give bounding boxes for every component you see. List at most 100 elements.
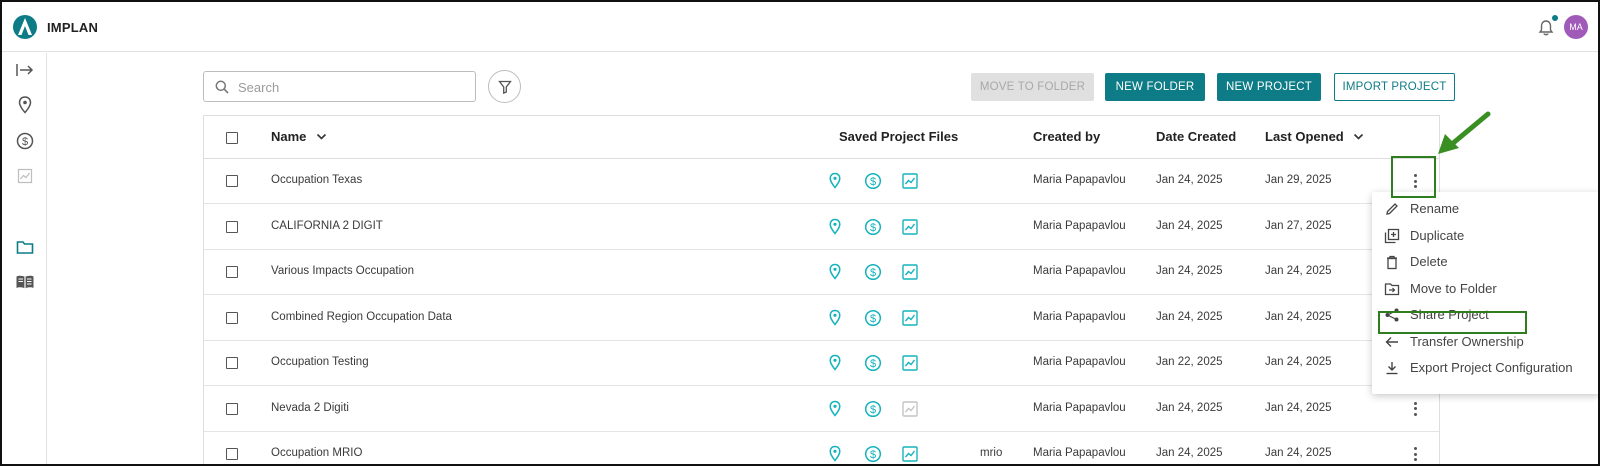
- dollar-circle-icon[interactable]: $: [864, 400, 882, 418]
- map-pin-icon[interactable]: [826, 354, 844, 372]
- map-pin-icon[interactable]: [826, 263, 844, 281]
- search-input[interactable]: [238, 78, 468, 96]
- search-box: [203, 71, 476, 102]
- chart-icon[interactable]: [901, 263, 919, 281]
- row-checkbox[interactable]: [226, 220, 238, 233]
- last-opened-cell: Jan 24, 2025: [1265, 265, 1332, 277]
- new-folder-button[interactable]: NEW FOLDER: [1105, 73, 1205, 101]
- dollar-circle-icon[interactable]: $: [864, 309, 882, 327]
- project-name-link[interactable]: Occupation Texas: [271, 174, 362, 186]
- row-checkbox[interactable]: [226, 175, 238, 187]
- last-opened-header-label: Last Opened: [1265, 129, 1344, 144]
- table-row[interactable]: Occupation Testing $ Maria Papapavlou Ja…: [204, 341, 1439, 386]
- folder-icon: [16, 241, 34, 254]
- move-to-folder-button[interactable]: MOVE TO FOLDER: [971, 73, 1094, 101]
- row-checkbox[interactable]: [226, 311, 238, 324]
- row-checkbox[interactable]: [226, 357, 238, 369]
- project-name-link[interactable]: Combined Region Occupation Data: [271, 311, 452, 323]
- svg-text:$: $: [870, 404, 876, 416]
- chevron-down-icon: [1354, 133, 1364, 140]
- map-pin-icon[interactable]: [826, 172, 844, 190]
- row-checkbox[interactable]: [226, 402, 238, 415]
- new-project-button[interactable]: NEW PROJECT: [1217, 73, 1321, 101]
- date-created-cell: Jan 24, 2025: [1156, 265, 1223, 277]
- row-checkbox[interactable]: [226, 266, 238, 278]
- chart-icon: [902, 400, 918, 417]
- created-by-cell: Maria Papapavlou: [1033, 401, 1126, 414]
- top-bar: IMPLAN MA: [2, 2, 1598, 52]
- select-all-checkbox[interactable]: [226, 132, 238, 144]
- notification-dot: [1552, 15, 1558, 21]
- project-name-link[interactable]: Various Impacts Occupation: [271, 265, 414, 277]
- map-pin-icon[interactable]: [826, 218, 844, 236]
- project-tag: mrio: [980, 447, 1003, 459]
- menu-item-export-project-configuration[interactable]: Export Project Configuration: [1372, 355, 1598, 382]
- sidebar-item-library[interactable]: [14, 271, 36, 293]
- map-pin-icon[interactable]: [826, 309, 844, 327]
- folder-move-icon: [1384, 283, 1400, 296]
- map-pin-icon: [18, 96, 32, 114]
- more-options-button[interactable]: [1408, 444, 1422, 464]
- created-by-cell: Maria Papapavlou: [1033, 447, 1126, 459]
- chart-icon[interactable]: [901, 309, 919, 327]
- row-checkbox[interactable]: [226, 448, 238, 460]
- menu-item-duplicate[interactable]: Duplicate: [1372, 223, 1598, 250]
- trash-icon: [1387, 255, 1397, 270]
- chart-icon[interactable]: [901, 354, 919, 372]
- date-created-header[interactable]: Date Created: [1156, 129, 1236, 144]
- table-row[interactable]: Various Impacts Occupation $ Maria Papap…: [204, 250, 1439, 295]
- dollar-circle-icon[interactable]: $: [864, 218, 882, 236]
- svg-text:$: $: [22, 136, 28, 148]
- last-opened-column-header[interactable]: Last Opened: [1265, 129, 1364, 144]
- import-project-button[interactable]: IMPORT PROJECT: [1334, 73, 1455, 101]
- dollar-circle-icon[interactable]: $: [864, 445, 882, 463]
- project-name-link[interactable]: Occupation MRIO: [271, 447, 362, 459]
- dollar-circle-icon[interactable]: $: [864, 263, 882, 281]
- table-row[interactable]: Combined Region Occupation Data $ Maria …: [204, 296, 1439, 341]
- user-avatar[interactable]: MA: [1564, 15, 1588, 39]
- table-row[interactable]: CALIFORNIA 2 DIGIT $ Maria Papapavlou Ja…: [204, 205, 1439, 250]
- svg-text:$: $: [870, 313, 876, 325]
- menu-item-delete[interactable]: Delete: [1372, 249, 1598, 276]
- sidebar-item-projects[interactable]: [14, 236, 36, 258]
- dollar-circle-icon[interactable]: $: [864, 172, 882, 190]
- sidebar-expand-button[interactable]: [14, 59, 36, 81]
- created-by-header[interactable]: Created by: [1033, 129, 1100, 144]
- dollar-circle-icon[interactable]: $: [864, 354, 882, 372]
- dollar-circle-icon: $: [16, 132, 34, 150]
- last-opened-cell: Jan 29, 2025: [1265, 174, 1332, 186]
- filter-button[interactable]: [488, 70, 521, 103]
- notification-bell-icon[interactable]: [1537, 19, 1555, 37]
- map-pin-icon[interactable]: [826, 400, 844, 418]
- chart-icon[interactable]: [901, 218, 919, 236]
- name-column-header[interactable]: Name: [271, 129, 327, 144]
- created-by-cell: Maria Papapavlou: [1033, 265, 1126, 277]
- sidebar-item-impacts[interactable]: $: [14, 130, 36, 152]
- date-created-cell: Jan 22, 2025: [1156, 356, 1223, 368]
- project-name-link[interactable]: CALIFORNIA 2 DIGIT: [271, 220, 383, 232]
- table-row[interactable]: Nevada 2 Digiti $ Maria Papapavlou Jan 2…: [204, 387, 1439, 432]
- chart-icon[interactable]: [901, 445, 919, 463]
- chart-icon[interactable]: [901, 172, 919, 190]
- svg-text:$: $: [870, 222, 876, 234]
- table-row[interactable]: Occupation Texas $ Maria Papapavlou Jan …: [204, 159, 1439, 204]
- created-by-cell: Maria Papapavlou: [1033, 219, 1126, 232]
- project-name-link[interactable]: Occupation Testing: [271, 356, 369, 368]
- implan-logo-icon[interactable]: [13, 14, 37, 40]
- table-header: Name Saved Project Files Created by Date…: [204, 116, 1439, 159]
- expand-arrow-icon: [16, 64, 34, 76]
- menu-item-label: Move to Folder: [1410, 281, 1497, 296]
- search-icon: [215, 80, 229, 94]
- table-row[interactable]: Occupation MRIO $ mrio Maria Papapavlou …: [204, 432, 1439, 464]
- menu-item-move-to-folder[interactable]: Move to Folder: [1372, 276, 1598, 303]
- more-options-button[interactable]: [1408, 399, 1422, 419]
- sidebar-item-regions[interactable]: [14, 94, 36, 116]
- highlight-more-button: [1391, 156, 1436, 198]
- map-pin-icon[interactable]: [826, 445, 844, 463]
- project-context-menu: Rename Duplicate Delete Move to Folder S…: [1372, 192, 1598, 394]
- sidebar-item-results[interactable]: [14, 165, 36, 187]
- saved-files-header: Saved Project Files: [839, 129, 959, 144]
- created-by-cell: Maria Papapavlou: [1033, 174, 1126, 186]
- menu-item-rename[interactable]: Rename: [1372, 196, 1598, 223]
- project-name-link[interactable]: Nevada 2 Digiti: [271, 402, 349, 414]
